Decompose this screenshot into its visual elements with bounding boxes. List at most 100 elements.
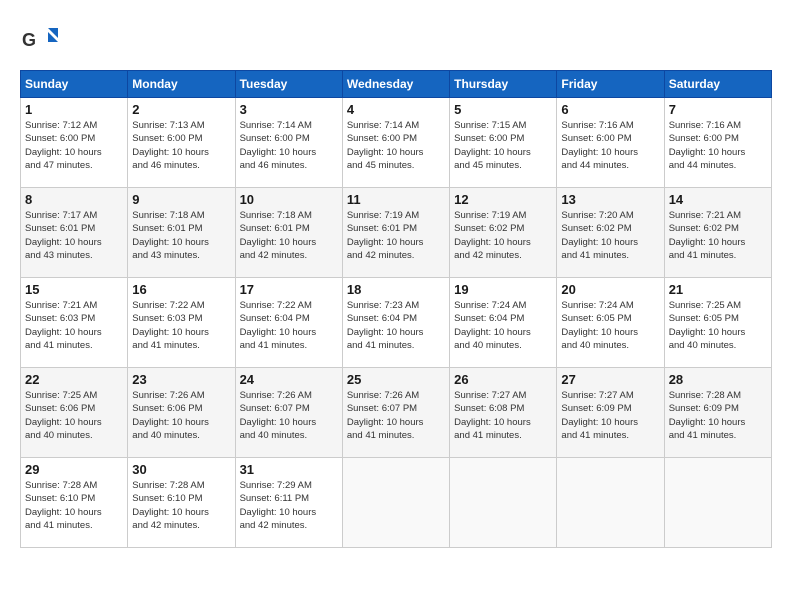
day-cell-23: 23 Sunrise: 7:26 AM Sunset: 6:06 PM Dayli… (128, 368, 235, 458)
day-cell-14: 14 Sunrise: 7:21 AM Sunset: 6:02 PM Dayli… (664, 188, 771, 278)
day-number: 17 (240, 282, 338, 297)
day-cell-16: 16Sunrise: 7:22 AM Sunset: 6:03 PM Dayli… (128, 278, 235, 368)
day-cell-3: 3 Sunrise: 7:14 AM Sunset: 6:00 PM Daylig… (235, 98, 342, 188)
day-number: 12 (454, 192, 552, 207)
weekday-header-thursday: Thursday (450, 71, 557, 98)
page-header: G (20, 20, 772, 60)
day-number: 24 (240, 372, 338, 387)
day-cell-2: 2 Sunrise: 7:13 AM Sunset: 6:00 PM Daylig… (128, 98, 235, 188)
day-number: 5 (454, 102, 552, 117)
weekday-header-wednesday: Wednesday (342, 71, 449, 98)
day-info: Sunrise: 7:21 AM Sunset: 6:02 PM Dayligh… (669, 209, 767, 262)
weekday-header-monday: Monday (128, 71, 235, 98)
day-info: Sunrise: 7:27 AM Sunset: 6:09 PM Dayligh… (561, 389, 659, 442)
day-cell-6: 6 Sunrise: 7:16 AM Sunset: 6:00 PM Daylig… (557, 98, 664, 188)
empty-cell (342, 458, 449, 548)
week-row-5: 29 Sunrise: 7:28 AM Sunset: 6:10 PM Dayli… (21, 458, 772, 548)
weekday-header-friday: Friday (557, 71, 664, 98)
day-number: 3 (240, 102, 338, 117)
day-cell-9: 9 Sunrise: 7:18 AM Sunset: 6:01 PM Daylig… (128, 188, 235, 278)
day-number: 28 (669, 372, 767, 387)
week-row-1: 1 Sunrise: 7:12 AM Sunset: 6:00 PM Daylig… (21, 98, 772, 188)
day-cell-18: 18 Sunrise: 7:23 AM Sunset: 6:04 PM Dayli… (342, 278, 449, 368)
day-number: 7 (669, 102, 767, 117)
day-cell-30: 30 Sunrise: 7:28 AM Sunset: 6:10 PM Dayli… (128, 458, 235, 548)
day-info: Sunrise: 7:14 AM Sunset: 6:00 PM Dayligh… (347, 119, 445, 172)
day-number: 4 (347, 102, 445, 117)
day-number: 23 (132, 372, 230, 387)
empty-cell (664, 458, 771, 548)
day-info: Sunrise: 7:26 AM Sunset: 6:06 PM Dayligh… (132, 389, 230, 442)
day-info: Sunrise: 7:24 AM Sunset: 6:05 PM Dayligh… (561, 299, 659, 352)
logo: G (20, 20, 64, 60)
day-cell-22: 22 Sunrise: 7:25 AM Sunset: 6:06 PM Dayli… (21, 368, 128, 458)
day-cell-15: 15Sunrise: 7:21 AM Sunset: 6:03 PM Dayli… (21, 278, 128, 368)
day-cell-24: 24 Sunrise: 7:26 AM Sunset: 6:07 PM Dayli… (235, 368, 342, 458)
day-number: 25 (347, 372, 445, 387)
day-cell-12: 12Sunrise: 7:19 AM Sunset: 6:02 PM Dayli… (450, 188, 557, 278)
day-cell-1: 1 Sunrise: 7:12 AM Sunset: 6:00 PM Daylig… (21, 98, 128, 188)
week-row-3: 15Sunrise: 7:21 AM Sunset: 6:03 PM Dayli… (21, 278, 772, 368)
day-cell-17: 17 Sunrise: 7:22 AM Sunset: 6:04 PM Dayli… (235, 278, 342, 368)
day-info: Sunrise: 7:21 AM Sunset: 6:03 PM Dayligh… (25, 299, 123, 352)
day-number: 21 (669, 282, 767, 297)
day-number: 29 (25, 462, 123, 477)
day-number: 1 (25, 102, 123, 117)
day-number: 14 (669, 192, 767, 207)
day-info: Sunrise: 7:15 AM Sunset: 6:00 PM Dayligh… (454, 119, 552, 172)
day-info: Sunrise: 7:23 AM Sunset: 6:04 PM Dayligh… (347, 299, 445, 352)
calendar-table: SundayMondayTuesdayWednesdayThursdayFrid… (20, 70, 772, 548)
day-number: 27 (561, 372, 659, 387)
day-info: Sunrise: 7:16 AM Sunset: 6:00 PM Dayligh… (669, 119, 767, 172)
day-number: 22 (25, 372, 123, 387)
day-number: 31 (240, 462, 338, 477)
day-cell-29: 29 Sunrise: 7:28 AM Sunset: 6:10 PM Dayli… (21, 458, 128, 548)
day-number: 9 (132, 192, 230, 207)
day-cell-13: 13Sunrise: 7:20 AM Sunset: 6:02 PM Dayli… (557, 188, 664, 278)
day-cell-28: 28Sunrise: 7:28 AM Sunset: 6:09 PM Dayli… (664, 368, 771, 458)
day-cell-5: 5 Sunrise: 7:15 AM Sunset: 6:00 PM Daylig… (450, 98, 557, 188)
day-info: Sunrise: 7:29 AM Sunset: 6:11 PM Dayligh… (240, 479, 338, 532)
day-info: Sunrise: 7:18 AM Sunset: 6:01 PM Dayligh… (132, 209, 230, 262)
week-row-2: 8 Sunrise: 7:17 AM Sunset: 6:01 PM Daylig… (21, 188, 772, 278)
day-info: Sunrise: 7:13 AM Sunset: 6:00 PM Dayligh… (132, 119, 230, 172)
day-number: 2 (132, 102, 230, 117)
weekday-header-sunday: Sunday (21, 71, 128, 98)
day-info: Sunrise: 7:25 AM Sunset: 6:05 PM Dayligh… (669, 299, 767, 352)
day-info: Sunrise: 7:27 AM Sunset: 6:08 PM Dayligh… (454, 389, 552, 442)
day-cell-8: 8 Sunrise: 7:17 AM Sunset: 6:01 PM Daylig… (21, 188, 128, 278)
day-cell-10: 10Sunrise: 7:18 AM Sunset: 6:01 PM Dayli… (235, 188, 342, 278)
empty-cell (557, 458, 664, 548)
day-info: Sunrise: 7:19 AM Sunset: 6:01 PM Dayligh… (347, 209, 445, 262)
day-number: 18 (347, 282, 445, 297)
day-number: 8 (25, 192, 123, 207)
day-cell-7: 7 Sunrise: 7:16 AM Sunset: 6:00 PM Daylig… (664, 98, 771, 188)
svg-text:G: G (22, 30, 36, 50)
day-cell-27: 27 Sunrise: 7:27 AM Sunset: 6:09 PM Dayli… (557, 368, 664, 458)
day-info: Sunrise: 7:16 AM Sunset: 6:00 PM Dayligh… (561, 119, 659, 172)
day-info: Sunrise: 7:22 AM Sunset: 6:03 PM Dayligh… (132, 299, 230, 352)
day-cell-20: 20Sunrise: 7:24 AM Sunset: 6:05 PM Dayli… (557, 278, 664, 368)
day-number: 6 (561, 102, 659, 117)
day-info: Sunrise: 7:24 AM Sunset: 6:04 PM Dayligh… (454, 299, 552, 352)
day-info: Sunrise: 7:12 AM Sunset: 6:00 PM Dayligh… (25, 119, 123, 172)
day-info: Sunrise: 7:28 AM Sunset: 6:10 PM Dayligh… (132, 479, 230, 532)
day-info: Sunrise: 7:22 AM Sunset: 6:04 PM Dayligh… (240, 299, 338, 352)
day-info: Sunrise: 7:17 AM Sunset: 6:01 PM Dayligh… (25, 209, 123, 262)
day-number: 30 (132, 462, 230, 477)
empty-cell (450, 458, 557, 548)
day-cell-4: 4 Sunrise: 7:14 AM Sunset: 6:00 PM Daylig… (342, 98, 449, 188)
day-info: Sunrise: 7:26 AM Sunset: 6:07 PM Dayligh… (240, 389, 338, 442)
day-info: Sunrise: 7:28 AM Sunset: 6:10 PM Dayligh… (25, 479, 123, 532)
weekday-header-tuesday: Tuesday (235, 71, 342, 98)
day-number: 19 (454, 282, 552, 297)
day-cell-21: 21 Sunrise: 7:25 AM Sunset: 6:05 PM Dayli… (664, 278, 771, 368)
day-cell-11: 11Sunrise: 7:19 AM Sunset: 6:01 PM Dayli… (342, 188, 449, 278)
weekday-header-saturday: Saturday (664, 71, 771, 98)
day-number: 26 (454, 372, 552, 387)
day-info: Sunrise: 7:14 AM Sunset: 6:00 PM Dayligh… (240, 119, 338, 172)
day-cell-25: 25Sunrise: 7:26 AM Sunset: 6:07 PM Dayli… (342, 368, 449, 458)
logo-icon: G (20, 20, 60, 60)
day-info: Sunrise: 7:18 AM Sunset: 6:01 PM Dayligh… (240, 209, 338, 262)
day-info: Sunrise: 7:25 AM Sunset: 6:06 PM Dayligh… (25, 389, 123, 442)
